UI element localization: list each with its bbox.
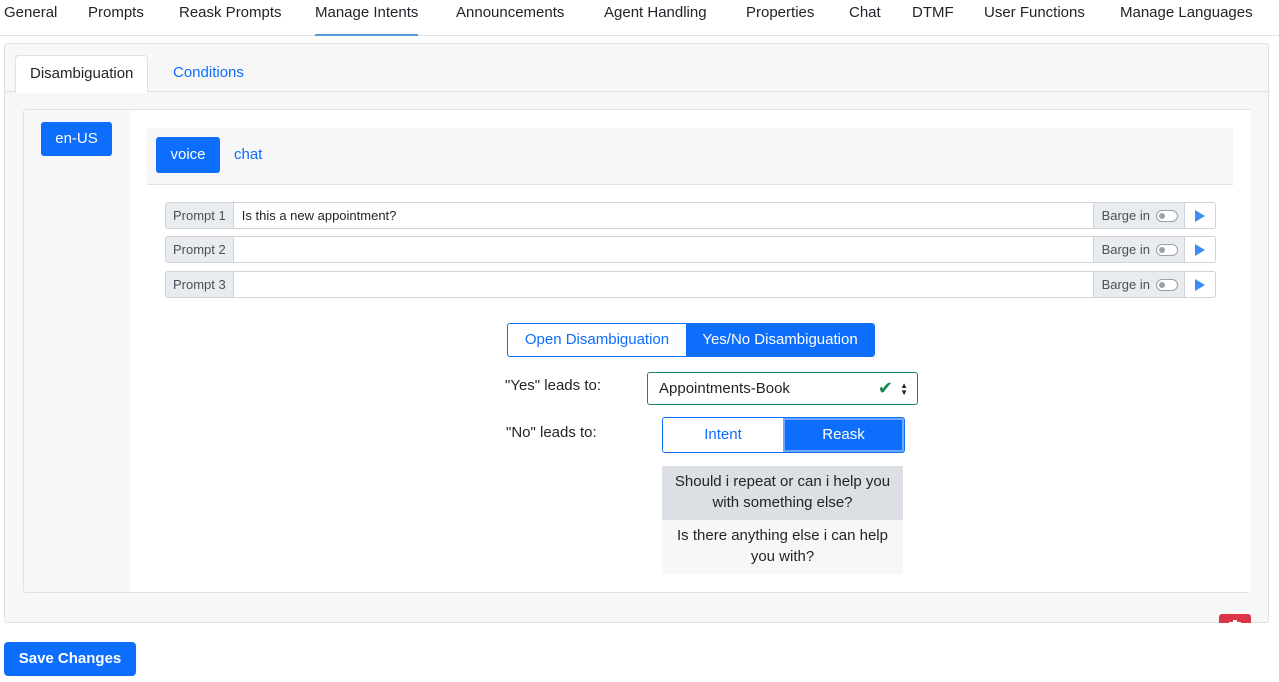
sort-arrows-icon: ▲ ▼ xyxy=(900,381,908,397)
play-icon xyxy=(1195,278,1205,291)
play-button[interactable] xyxy=(1184,272,1215,297)
nav-agent-handling[interactable]: Agent Handling xyxy=(604,0,707,36)
prompt-label: Prompt 1 xyxy=(166,203,234,228)
intent-card: Disambiguation Conditions en-US voice ch… xyxy=(4,43,1269,623)
barge-in: Barge in xyxy=(1092,272,1184,297)
reask-options-list: Should i repeat or can i help you with s… xyxy=(662,466,903,574)
prompt-input-1[interactable] xyxy=(233,203,1093,228)
barge-in-toggle[interactable] xyxy=(1156,243,1178,256)
check-icon: ✔ xyxy=(877,378,893,398)
language-button-en-us[interactable]: en-US xyxy=(41,122,112,156)
prompt-label: Prompt 3 xyxy=(166,272,234,297)
no-reask-button[interactable]: Reask xyxy=(783,418,904,452)
barge-in-toggle[interactable] xyxy=(1156,278,1178,291)
trash-icon xyxy=(1229,620,1241,623)
prompt-row-3: Prompt 3 Barge in xyxy=(165,271,1216,298)
prompt-input-2[interactable] xyxy=(233,237,1093,262)
nav-reask-prompts[interactable]: Reask Prompts xyxy=(179,0,282,36)
prompt-row-1: Prompt 1 Barge in xyxy=(165,202,1216,229)
tab-conditions[interactable]: Conditions xyxy=(159,55,258,93)
top-nav: General Prompts Reask Prompts Manage Int… xyxy=(0,0,1279,36)
barge-in: Barge in xyxy=(1092,203,1184,228)
play-button[interactable] xyxy=(1184,203,1215,228)
yes-leads-to-label: "Yes" leads to: xyxy=(505,377,601,394)
channel-bar: voice chat xyxy=(147,128,1233,185)
reask-option-2[interactable]: Is there anything else i can help you wi… xyxy=(662,520,903,574)
nav-announcements[interactable]: Announcements xyxy=(456,0,564,36)
open-disambiguation-button[interactable]: Open Disambiguation xyxy=(508,324,686,356)
prompt-row-2: Prompt 2 Barge in xyxy=(165,236,1216,263)
play-button[interactable] xyxy=(1184,237,1215,262)
no-intent-button[interactable]: Intent xyxy=(663,418,783,452)
play-icon xyxy=(1195,243,1205,256)
nav-user-functions[interactable]: User Functions xyxy=(984,0,1085,36)
nav-chat[interactable]: Chat xyxy=(849,0,881,36)
play-icon xyxy=(1195,209,1205,222)
barge-in: Barge in xyxy=(1092,237,1184,262)
channel-chat-link[interactable]: chat xyxy=(234,137,262,173)
sub-tabs: Disambiguation Conditions xyxy=(5,44,1268,93)
channel-voice-button[interactable]: voice xyxy=(156,137,220,173)
prompt-label: Prompt 2 xyxy=(166,237,234,262)
tab-disambiguation[interactable]: Disambiguation xyxy=(15,55,149,93)
nav-dtmf[interactable]: DTMF xyxy=(912,0,954,36)
nav-manage-intents[interactable]: Manage Intents xyxy=(315,0,419,36)
yes-intent-value: Appointments-Book xyxy=(659,380,790,397)
disambiguation-mode-toggle: Open Disambiguation Yes/No Disambiguatio… xyxy=(507,323,875,357)
barge-in-label: Barge in xyxy=(1101,242,1150,257)
prompt-input-3[interactable] xyxy=(233,272,1093,297)
barge-in-toggle[interactable] xyxy=(1156,209,1178,222)
yes-intent-select[interactable]: Appointments-Book ✔ ▲ ▼ xyxy=(647,372,918,405)
nav-prompts[interactable]: Prompts xyxy=(88,0,144,36)
no-leads-to-label: "No" leads to: xyxy=(506,424,597,441)
nav-properties[interactable]: Properties xyxy=(746,0,814,36)
barge-in-label: Barge in xyxy=(1101,208,1150,223)
nav-general[interactable]: General xyxy=(4,0,57,36)
delete-button[interactable] xyxy=(1219,614,1251,623)
save-changes-button[interactable]: Save Changes xyxy=(4,642,136,676)
reask-option-1[interactable]: Should i repeat or can i help you with s… xyxy=(662,466,903,520)
language-panel: en-US voice chat Prompt 1 Barge in Promp… xyxy=(23,109,1251,593)
no-leads-to-toggle: Intent Reask xyxy=(662,417,905,453)
nav-manage-languages[interactable]: Manage Languages xyxy=(1120,0,1253,36)
yesno-disambiguation-button[interactable]: Yes/No Disambiguation xyxy=(686,324,874,356)
disambiguation-content: voice chat Prompt 1 Barge in Prompt 2 xyxy=(130,110,1251,592)
barge-in-label: Barge in xyxy=(1101,277,1150,292)
